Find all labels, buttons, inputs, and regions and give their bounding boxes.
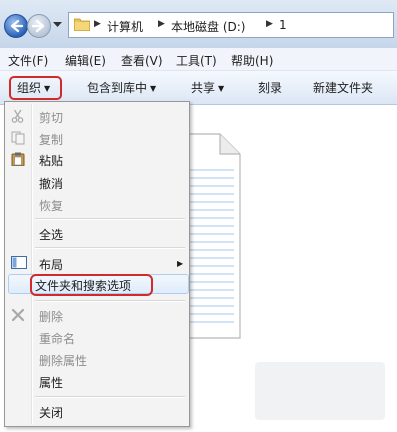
breadcrumb-computer[interactable]: 计算机 bbox=[107, 18, 143, 35]
breadcrumb-separator[interactable]: ▶ bbox=[266, 19, 273, 29]
menu-view[interactable]: 查看(V) bbox=[121, 52, 163, 69]
menu-separator bbox=[35, 218, 185, 220]
menu-item-remove-properties[interactable]: 删除属性 bbox=[39, 352, 87, 369]
include-library-label: 包含到库中 bbox=[87, 81, 148, 95]
breadcrumb-separator[interactable]: ▶ bbox=[158, 19, 165, 29]
burn-button[interactable]: 刻录 bbox=[258, 79, 282, 96]
new-folder-button[interactable]: 新建文件夹 bbox=[313, 79, 373, 96]
menu-help[interactable]: 帮助(H) bbox=[231, 52, 273, 69]
menu-item-properties[interactable]: 属性 bbox=[39, 374, 63, 391]
scissors-icon bbox=[11, 109, 24, 123]
chevron-down-icon[interactable] bbox=[53, 22, 62, 28]
organize-menu: 剪切 复制 粘贴 撤消 恢复 全选 布局 ▶ 文件夹和搜索选项 删除 重命名 删… bbox=[4, 101, 190, 427]
delete-icon bbox=[11, 308, 25, 322]
menu-item-undo[interactable]: 撤消 bbox=[39, 175, 63, 192]
menu-item-delete[interactable]: 删除 bbox=[39, 308, 63, 325]
paste-icon bbox=[11, 152, 25, 166]
watermark bbox=[255, 362, 385, 420]
menu-item-copy[interactable]: 复制 bbox=[39, 131, 63, 148]
menu-separator bbox=[35, 396, 185, 398]
address-bar-area: ▶ 计算机 ▶ 本地磁盘 (D:) ▶ 1 bbox=[0, 0, 397, 48]
breadcrumb-folder[interactable]: 1 bbox=[279, 18, 287, 32]
breadcrumb-separator[interactable]: ▶ bbox=[94, 19, 101, 29]
address-box[interactable]: ▶ 计算机 ▶ 本地磁盘 (D:) ▶ 1 bbox=[68, 12, 394, 38]
menu-item-close[interactable]: 关闭 bbox=[39, 404, 63, 421]
copy-icon bbox=[11, 131, 25, 145]
menu-file[interactable]: 文件(F) bbox=[8, 52, 48, 69]
submenu-arrow-icon: ▶ bbox=[177, 259, 184, 268]
menu-bar: 文件(F) 编辑(E) 查看(V) 工具(T) 帮助(H) bbox=[0, 48, 397, 71]
menu-item-cut[interactable]: 剪切 bbox=[39, 109, 63, 126]
chevron-down-icon: ▼ bbox=[218, 84, 225, 93]
menu-edit[interactable]: 编辑(E) bbox=[65, 52, 106, 69]
menu-item-layout[interactable]: 布局 bbox=[39, 256, 63, 273]
folder-options-red-highlight bbox=[30, 274, 153, 296]
forward-button[interactable] bbox=[27, 14, 51, 38]
menu-separator bbox=[35, 300, 185, 302]
menu-item-select-all[interactable]: 全选 bbox=[39, 226, 63, 243]
menu-separator bbox=[35, 247, 185, 249]
breadcrumb-drive[interactable]: 本地磁盘 (D:) bbox=[171, 18, 245, 35]
menu-item-paste[interactable]: 粘贴 bbox=[39, 152, 63, 169]
back-arrow-icon bbox=[10, 19, 23, 33]
menu-tools[interactable]: 工具(T) bbox=[176, 52, 217, 69]
organize-red-highlight bbox=[9, 76, 62, 100]
chevron-down-icon: ▼ bbox=[150, 84, 157, 93]
include-library-button[interactable]: 包含到库中 ▼ bbox=[87, 79, 156, 96]
forward-arrow-icon bbox=[32, 19, 45, 33]
share-button[interactable]: 共享 ▼ bbox=[191, 79, 224, 96]
menu-item-redo[interactable]: 恢复 bbox=[39, 197, 63, 214]
menu-item-rename[interactable]: 重命名 bbox=[39, 330, 75, 347]
back-button[interactable] bbox=[4, 14, 28, 38]
menu-gutter bbox=[31, 104, 33, 424]
folder-icon bbox=[74, 18, 90, 31]
share-label: 共享 bbox=[191, 81, 216, 95]
layout-icon bbox=[11, 256, 27, 269]
